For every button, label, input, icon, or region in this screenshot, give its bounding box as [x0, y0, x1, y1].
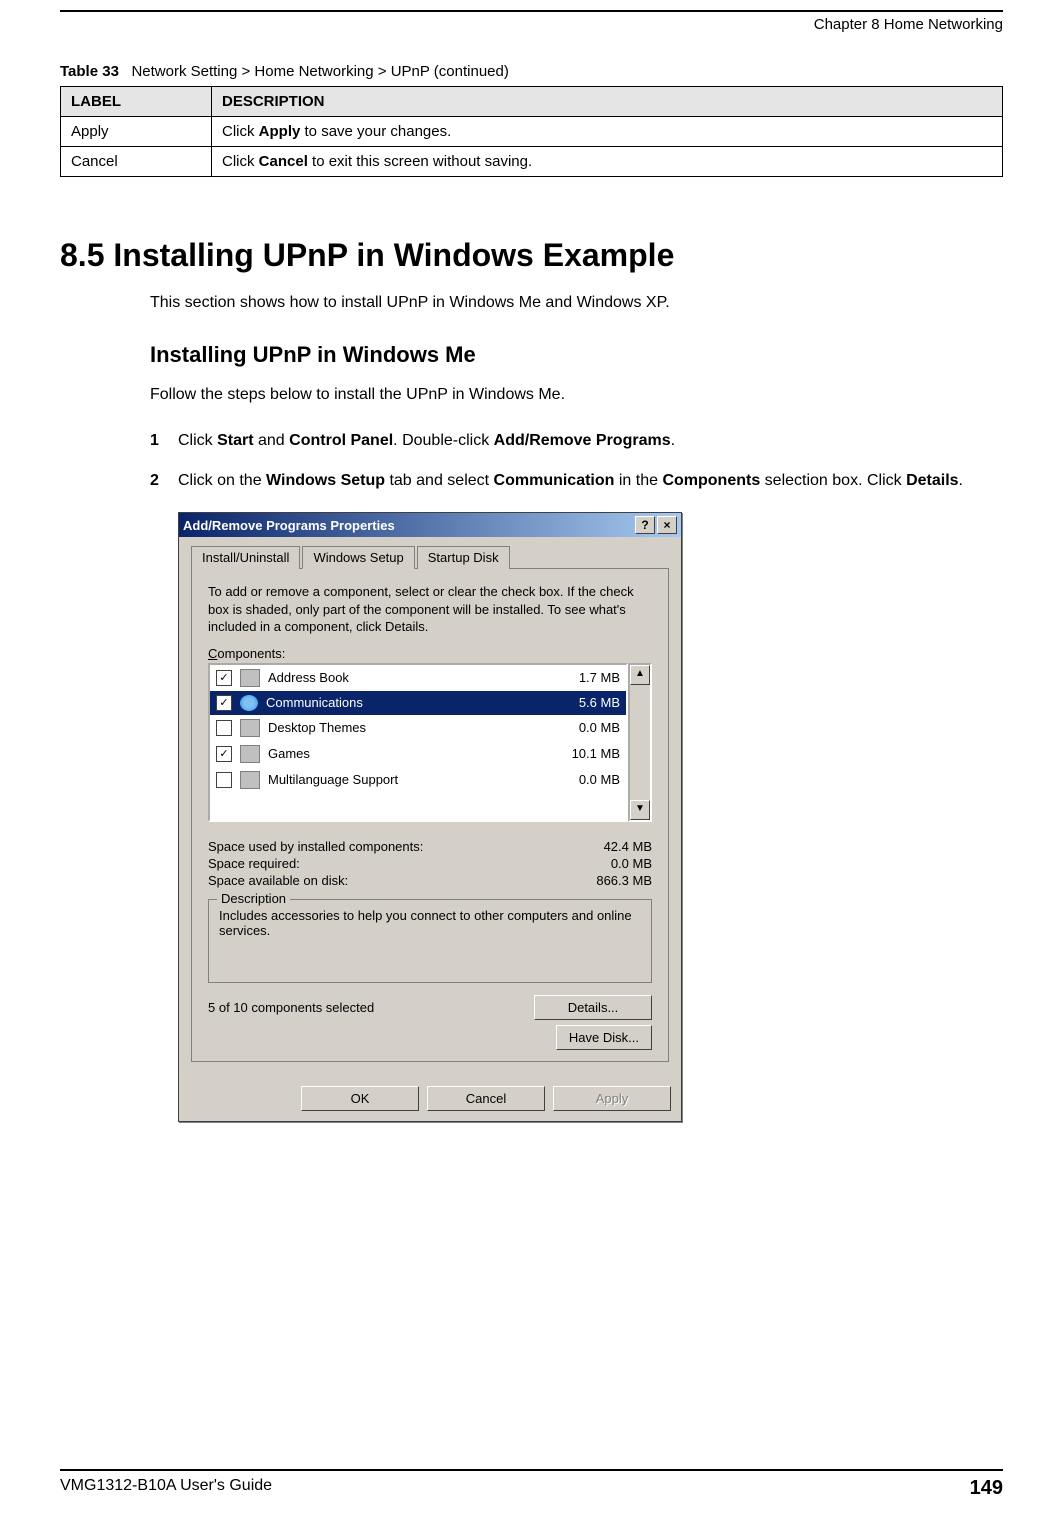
scroll-up-icon[interactable]: ▲: [630, 665, 650, 685]
checkbox-icon[interactable]: ✓: [216, 670, 232, 686]
panel-help-text: To add or remove a component, select or …: [208, 583, 652, 636]
section-intro: This section shows how to install UPnP i…: [150, 294, 1003, 312]
item-name: Communications: [266, 695, 542, 710]
components-listbox[interactable]: ✓ Address Book 1.7 MB ✓ Communications 5…: [208, 663, 628, 822]
space-available-value: 866.3 MB: [596, 873, 652, 888]
item-name: Games: [268, 746, 542, 761]
dialog-button-bar: OK Cancel Apply: [179, 1074, 681, 1121]
list-item[interactable]: Multilanguage Support 0.0 MB: [210, 767, 626, 793]
item-name: Multilanguage Support: [268, 772, 542, 787]
space-info: Space used by installed components: 42.4 …: [208, 838, 652, 889]
row-label: Apply: [61, 117, 212, 147]
help-icon[interactable]: ?: [635, 516, 655, 534]
checkbox-icon[interactable]: [216, 772, 232, 788]
row-desc: Click Apply to save your changes.: [212, 117, 1003, 147]
step-text: Click on the Windows Setup tab and selec…: [178, 472, 1003, 490]
space-required-label: Space required:: [208, 856, 300, 871]
item-size: 0.0 MB: [550, 772, 620, 787]
step-number: 1: [150, 432, 178, 450]
item-name: Desktop Themes: [268, 720, 542, 735]
step-1: 1 Click Start and Control Panel. Double-…: [150, 432, 1003, 450]
item-size: 5.6 MB: [550, 695, 620, 710]
table-row: Cancel Click Cancel to exit this screen …: [61, 147, 1003, 177]
sub-heading: Installing UPnP in Windows Me: [150, 342, 1003, 368]
sub-intro: Follow the steps below to install the UP…: [150, 386, 1003, 404]
titlebar[interactable]: Add/Remove Programs Properties ? ×: [179, 513, 681, 537]
row-label: Cancel: [61, 147, 212, 177]
cancel-button[interactable]: Cancel: [427, 1086, 545, 1111]
add-remove-programs-dialog: Add/Remove Programs Properties ? × Insta…: [178, 512, 682, 1122]
space-available-label: Space available on disk:: [208, 873, 348, 888]
description-group: Description Includes accessories to help…: [208, 899, 652, 983]
tab-windows-setup[interactable]: Windows Setup: [302, 546, 414, 569]
games-icon: [240, 745, 260, 763]
titlebar-text: Add/Remove Programs Properties: [183, 518, 395, 533]
globe-icon: [240, 695, 258, 711]
page-footer: VMG1312-B10A User's Guide 149: [60, 1469, 1003, 1500]
col-label: LABEL: [61, 87, 212, 117]
description-legend: Description: [217, 891, 290, 906]
item-size: 1.7 MB: [550, 670, 620, 685]
list-item[interactable]: ✓ Address Book 1.7 MB: [210, 665, 626, 691]
components-label: Components:: [208, 646, 652, 661]
step-text: Click Start and Control Panel. Double-cl…: [178, 432, 1003, 450]
item-size: 10.1 MB: [550, 746, 620, 761]
guide-title: VMG1312-B10A User's Guide: [60, 1477, 272, 1500]
step-number: 2: [150, 472, 178, 490]
section-heading: 8.5 Installing UPnP in Windows Example: [60, 237, 1003, 274]
scroll-down-icon[interactable]: ▼: [630, 800, 650, 820]
tab-startup-disk[interactable]: Startup Disk: [417, 546, 510, 569]
table-row: Apply Click Apply to save your changes.: [61, 117, 1003, 147]
details-button[interactable]: Details...: [534, 995, 652, 1020]
have-disk-button[interactable]: Have Disk...: [556, 1025, 652, 1050]
address-book-icon: [240, 669, 260, 687]
ok-button[interactable]: OK: [301, 1086, 419, 1111]
col-description: DESCRIPTION: [212, 87, 1003, 117]
table-number: Table 33: [60, 63, 119, 80]
description-text: Includes accessories to help you connect…: [219, 908, 641, 938]
tab-panel: To add or remove a component, select or …: [191, 569, 669, 1062]
page-number: 149: [970, 1477, 1003, 1500]
scrollbar[interactable]: ▲ ▼: [628, 663, 652, 822]
step-2: 2 Click on the Windows Setup tab and sel…: [150, 472, 1003, 490]
apply-button[interactable]: Apply: [553, 1086, 671, 1111]
chapter-header: Chapter 8 Home Networking: [60, 16, 1003, 33]
tab-install-uninstall[interactable]: Install/Uninstall: [191, 546, 300, 569]
list-item[interactable]: ✓ Games 10.1 MB: [210, 741, 626, 767]
table-caption-text: Network Setting > Home Networking > UPnP…: [131, 63, 508, 80]
item-name: Address Book: [268, 670, 542, 685]
tabs: Install/Uninstall Windows Setup Startup …: [191, 545, 669, 569]
selected-count-text: 5 of 10 components selected: [208, 1000, 374, 1015]
space-used-label: Space used by installed components:: [208, 839, 423, 854]
list-item[interactable]: ✓ Communications 5.6 MB: [210, 691, 626, 715]
table-caption: Table 33 Network Setting > Home Networki…: [60, 63, 1003, 80]
list-item[interactable]: Desktop Themes 0.0 MB: [210, 715, 626, 741]
checkbox-icon[interactable]: ✓: [216, 746, 232, 762]
settings-table: LABEL DESCRIPTION Apply Click Apply to s…: [60, 86, 1003, 177]
checkbox-icon[interactable]: ✓: [216, 695, 232, 711]
multilanguage-icon: [240, 771, 260, 789]
row-desc: Click Cancel to exit this screen without…: [212, 147, 1003, 177]
close-icon[interactable]: ×: [657, 516, 677, 534]
checkbox-icon[interactable]: [216, 720, 232, 736]
item-size: 0.0 MB: [550, 720, 620, 735]
space-used-value: 42.4 MB: [604, 839, 652, 854]
desktop-themes-icon: [240, 719, 260, 737]
space-required-value: 0.0 MB: [611, 856, 652, 871]
